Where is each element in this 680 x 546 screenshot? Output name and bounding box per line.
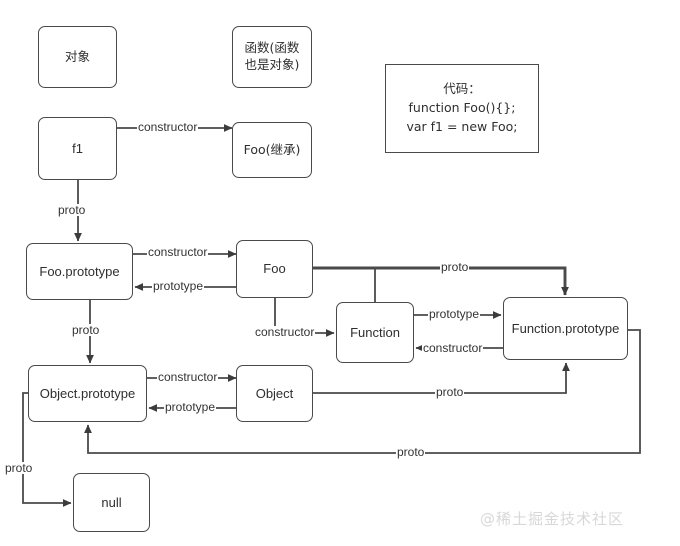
code-box-content: 代码： function Foo(){}; var f1 = new Foo;	[406, 80, 517, 136]
code-line-2: var f1 = new Foo;	[406, 118, 518, 134]
edge-label-functionproto-proto: proto	[396, 445, 426, 459]
node-f1[interactable]: f1	[38, 117, 117, 180]
node-label: Foo	[263, 261, 286, 277]
watermark: @稀土掘金技术社区	[480, 510, 625, 528]
node-object[interactable]: Object	[236, 365, 313, 422]
node-label: Foo.prototype	[39, 263, 120, 279]
edge-label-objectproto-constructor: constructor	[157, 370, 219, 384]
edge-label-fooproto-constructor: constructor	[147, 245, 209, 259]
node-foo-prototype[interactable]: Foo.prototype	[26, 243, 133, 300]
wire-foo-proto	[313, 266, 569, 296]
code-line-title: 代码：	[443, 81, 481, 97]
edge-label-foo-prototype: prototype	[152, 279, 205, 293]
node-function-concept[interactable]: 函数(函数 也是对象)	[232, 26, 312, 88]
edge-label-objectproto-null: proto	[4, 461, 34, 475]
node-label: Function.prototype	[511, 320, 620, 336]
node-foo-inherit[interactable]: Foo(继承)	[232, 122, 312, 178]
node-object-concept[interactable]: 对象	[38, 26, 117, 88]
node-function[interactable]: Function	[336, 302, 414, 363]
node-label: null	[101, 494, 122, 510]
node-label: Object.prototype	[39, 385, 136, 401]
node-label: Function	[350, 324, 400, 340]
edge-label-object-proto: proto	[435, 385, 465, 399]
node-function-prototype[interactable]: Function.prototype	[503, 297, 628, 360]
node-object-prototype[interactable]: Object.prototype	[28, 365, 147, 422]
node-null[interactable]: null	[73, 473, 150, 532]
edge-label-functionproto-constructor: constructor	[422, 341, 484, 355]
edge-label-object-prototype: prototype	[164, 400, 217, 414]
edge-label-fooproto-proto: proto	[71, 323, 101, 337]
node-label: 对象	[64, 48, 90, 64]
edge-label-foo-constructor: constructor	[254, 325, 316, 339]
diagram-canvas: 对象 函数(函数 也是对象) f1 Foo(继承) 代码： function F…	[0, 0, 680, 546]
code-box: 代码： function Foo(){}; var f1 = new Foo;	[385, 64, 539, 153]
edge-label-function-prototype: prototype	[428, 307, 481, 321]
node-label: Foo(继承)	[243, 141, 301, 157]
edge-label-foo-proto: proto	[440, 260, 470, 274]
edge-label-f1-constructor: constructor	[137, 120, 199, 134]
node-foo[interactable]: Foo	[236, 240, 313, 298]
node-label: 函数(函数 也是对象)	[244, 40, 300, 72]
edge-label-f1-proto: proto	[57, 203, 87, 217]
node-label: f1	[72, 140, 83, 156]
node-label: Object	[255, 385, 294, 401]
code-line-1: function Foo(){};	[408, 100, 516, 116]
